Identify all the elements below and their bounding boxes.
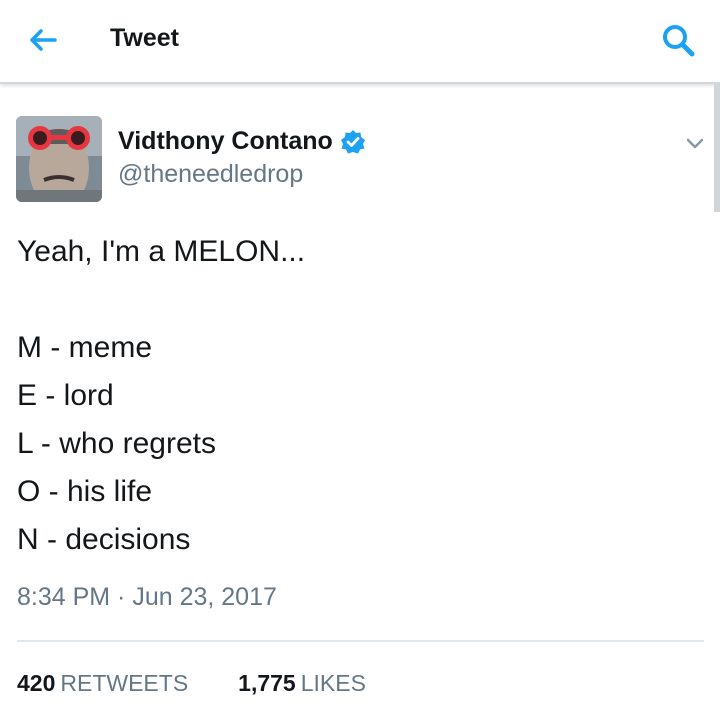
avatar[interactable] xyxy=(16,116,102,202)
page-title: Tweet xyxy=(110,24,179,52)
likes-count: 1,775 xyxy=(238,670,296,696)
tweet-line: L - who regrets xyxy=(17,427,216,460)
author-name-text: Vidthony Contano xyxy=(118,127,333,155)
scrollbar[interactable] xyxy=(714,84,720,212)
search-icon xyxy=(663,25,695,57)
likes-label: LIKES xyxy=(300,670,366,696)
chevron-down-icon[interactable] xyxy=(682,130,708,156)
tweet-text: Yeah, I'm a MELON... M - meme E - lord L… xyxy=(17,228,697,564)
tweet-line: O - his life xyxy=(17,475,153,508)
tweet-line: E - lord xyxy=(17,379,114,412)
top-bar: Tweet xyxy=(0,0,720,84)
author-handle[interactable]: @theneedledrop xyxy=(118,160,303,189)
search-button[interactable] xyxy=(656,18,700,62)
tweet-line: N - decisions xyxy=(17,523,191,556)
retweets-stat[interactable]: 420 RETWEETS xyxy=(17,670,188,697)
retweets-count: 420 xyxy=(17,670,56,696)
verified-badge-icon xyxy=(340,129,365,153)
tweet-line: Yeah, I'm a MELON... xyxy=(17,235,306,268)
tweet-line: M - meme xyxy=(17,331,152,364)
tweet-stats: 420 RETWEETS 1,775 LIKES xyxy=(17,670,366,697)
retweets-label: RETWEETS xyxy=(60,670,189,696)
tweet-timestamp: 8:34 PM · Jun 23, 2017 xyxy=(17,583,277,611)
back-arrow-icon xyxy=(30,29,57,51)
back-button[interactable] xyxy=(20,20,64,60)
likes-stat[interactable]: 1,775 LIKES xyxy=(238,670,366,697)
author-name[interactable]: Vidthony Contano xyxy=(118,127,366,156)
tweet-line xyxy=(17,276,697,324)
divider xyxy=(17,640,704,642)
